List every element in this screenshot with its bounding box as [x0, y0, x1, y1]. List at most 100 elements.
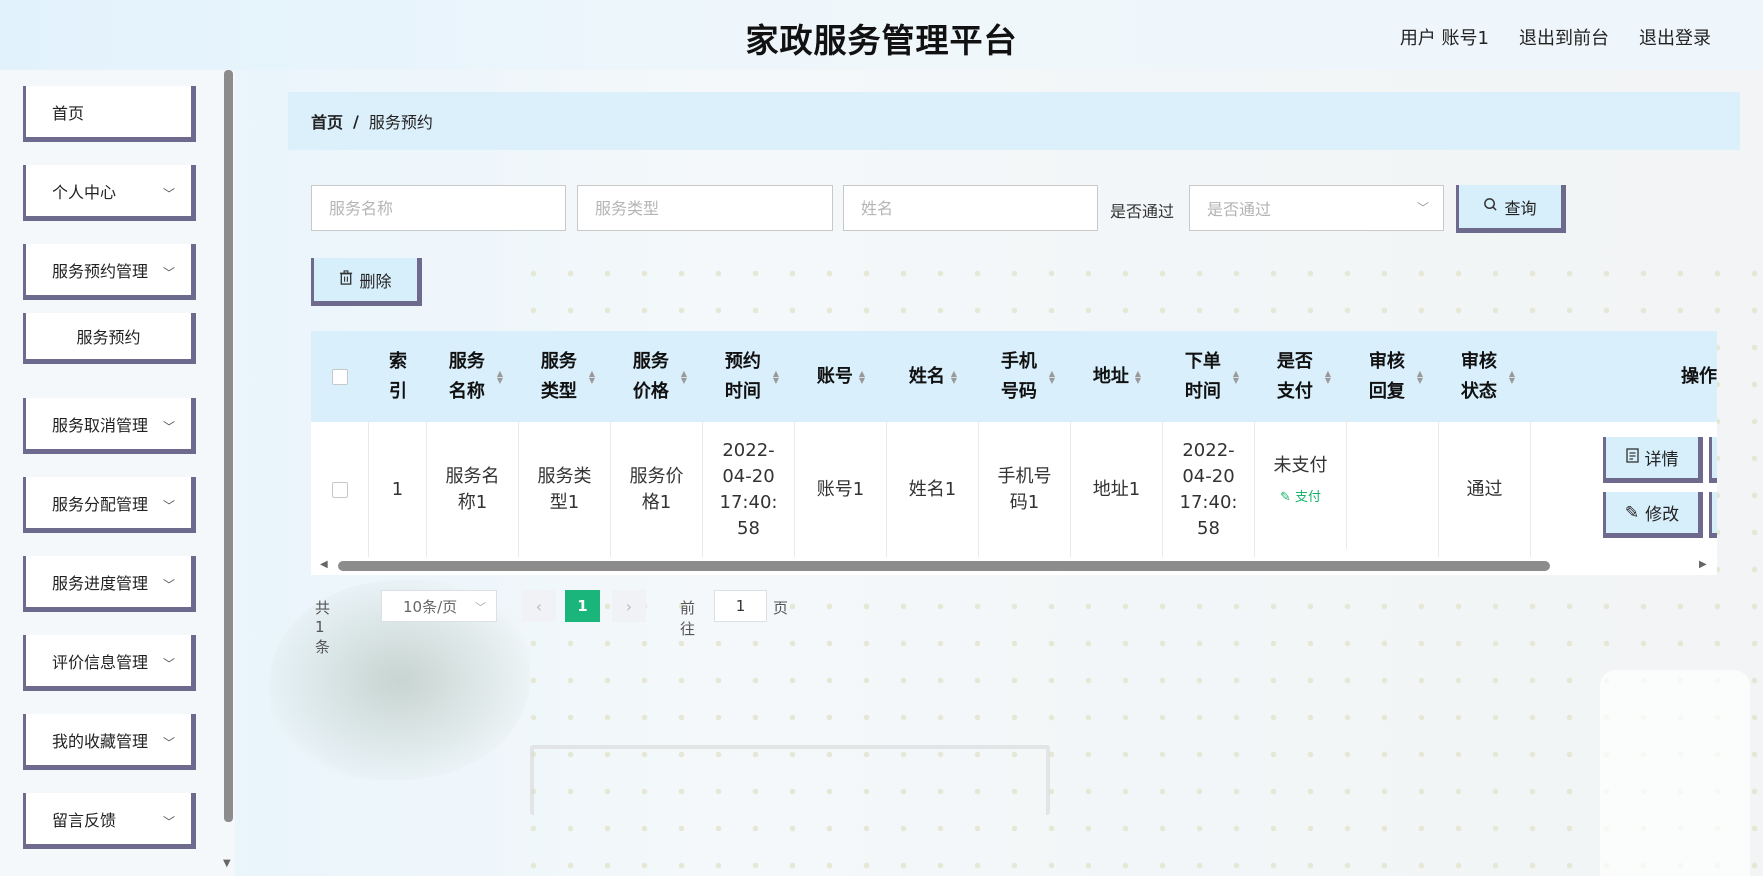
sort-icon[interactable]: ▲ ▼	[859, 369, 865, 384]
select-all-cell	[311, 331, 369, 422]
scroll-right-icon[interactable]: ▶	[1699, 559, 1707, 570]
pay-link[interactable]: ✎ 支付	[1280, 485, 1321, 511]
col-ops: 操作	[1681, 331, 1717, 422]
table-horizontal-scrollbar[interactable]: ◀ ▶	[311, 557, 1717, 575]
breadcrumb-separator: /	[353, 111, 359, 131]
col-review-reply[interactable]: 审核回复 ▲ ▼	[1347, 331, 1439, 422]
name-input-wrap	[843, 185, 1098, 231]
sort-icon[interactable]: ▲ ▼	[773, 369, 779, 384]
col-service-name[interactable]: 服务名称 ▲ ▼	[427, 331, 519, 422]
prev-page-button[interactable]: ‹	[522, 590, 556, 622]
col-address[interactable]: 地址 ▲ ▼	[1071, 331, 1163, 422]
logout-link[interactable]: 退出登录	[1639, 24, 1711, 50]
page-number-current[interactable]: 1	[565, 590, 600, 622]
query-button-label: 查询	[1504, 198, 1537, 218]
sort-icon[interactable]: ▲ ▼	[681, 369, 687, 384]
col-phone[interactable]: 手机号码 ▲ ▼	[979, 331, 1071, 422]
col-order-time[interactable]: 下单时间 ▲ ▼	[1163, 331, 1255, 422]
sort-icon[interactable]: ▲ ▼	[1509, 369, 1515, 384]
sort-icon[interactable]: ▲ ▼	[589, 369, 595, 384]
col-ops-label: 操作	[1681, 365, 1717, 387]
cell-appoint-time: 2022-04-20 17:40:58	[703, 422, 795, 557]
sidebar-item-profile[interactable]: 个人中心 ﹀	[23, 165, 196, 221]
sidebar-item-cancel-mgmt[interactable]: 服务取消管理 ﹀	[23, 398, 196, 454]
service-name-input-wrap	[311, 185, 566, 231]
back-to-front-link[interactable]: 退出到前台	[1519, 24, 1609, 50]
name-input[interactable]	[861, 198, 1097, 218]
col-name-label: 姓名	[908, 365, 945, 387]
row-checkbox[interactable]	[331, 481, 348, 498]
sort-icon[interactable]: ▲ ▼	[1135, 369, 1141, 384]
paid-status: 未支付	[1273, 454, 1328, 476]
next-page-button[interactable]: ›	[612, 590, 646, 622]
sidebar-item-progress-mgmt[interactable]: 服务进度管理 ﹀	[23, 556, 196, 612]
sidebar-item-home[interactable]: 首页	[23, 86, 196, 142]
breadcrumb: 首页 / 服务预约	[288, 92, 1740, 150]
detail-button[interactable]: 详情	[1603, 437, 1703, 483]
sidebar-item-assign-mgmt[interactable]: 服务分配管理 ﹀	[23, 477, 196, 533]
pagination-total: 共 1 条	[315, 599, 331, 656]
sort-icon[interactable]: ▲ ▼	[1233, 369, 1239, 384]
breadcrumb-home[interactable]: 首页	[311, 109, 343, 133]
col-appoint-time-label: 预约时间	[724, 350, 761, 402]
sidebar-subitem-appointment[interactable]: 服务预约	[23, 313, 196, 364]
header-actions: 用户 账号1 退出到前台 退出登录	[1400, 24, 1711, 50]
sidebar-item-label: 评价信息管理	[52, 652, 149, 672]
col-order-time-label: 下单时间	[1184, 350, 1221, 402]
col-name[interactable]: 姓名 ▲ ▼	[887, 331, 979, 422]
scroll-left-icon[interactable]: ◀	[320, 559, 328, 570]
cell-index: 1	[369, 422, 427, 557]
pass-select[interactable]: 是否通过 ﹀	[1189, 185, 1444, 231]
sidebar-item-label: 服务进度管理	[52, 573, 149, 593]
col-review-status-label: 审核状态	[1460, 350, 1497, 402]
background-cup	[1600, 670, 1750, 876]
extra-row-button[interactable]	[1709, 492, 1717, 538]
sidebar-item-label: 我的收藏管理	[52, 731, 149, 751]
delete-button[interactable]: 删除	[311, 258, 422, 306]
sort-icon[interactable]: ▲ ▼	[497, 369, 503, 384]
edit-icon: ✎	[1279, 489, 1291, 505]
sort-icon[interactable]: ▲ ▼	[951, 369, 957, 384]
edit-button[interactable]: ✎ 修改	[1603, 492, 1703, 538]
col-appoint-time[interactable]: 预约时间 ▲ ▼	[703, 331, 795, 422]
col-service-type[interactable]: 服务类型 ▲ ▼	[519, 331, 611, 422]
col-index-label: 索引	[389, 350, 407, 402]
service-name-input[interactable]	[329, 198, 565, 218]
sidebar-item-label: 个人中心	[52, 182, 117, 202]
cell-service-type: 服务类型1	[519, 422, 611, 557]
chevron-down-icon: ﹀	[1416, 201, 1429, 215]
cell-service-price: 服务价格1	[611, 422, 703, 557]
sidebar-item-review-mgmt[interactable]: 评价信息管理 ﹀	[23, 635, 196, 691]
col-account[interactable]: 账号 ▲ ▼	[795, 331, 887, 422]
current-user: 用户 账号1	[1399, 28, 1489, 49]
sidebar-item-appointment-mgmt[interactable]: 服务预约管理 ﹀	[23, 244, 196, 300]
trash-icon	[339, 270, 353, 289]
sidebar-scrollbar[interactable]	[224, 70, 233, 822]
query-button[interactable]: 查询	[1456, 185, 1566, 233]
page-size-select[interactable]: 10条/页 ﹀	[381, 590, 497, 622]
col-paid[interactable]: 是否支付 ▲ ▼	[1255, 331, 1347, 422]
goto-page-input[interactable]: 1	[714, 590, 767, 622]
sort-icon[interactable]: ▲ ▼	[1417, 369, 1423, 384]
sidebar-item-feedback[interactable]: 留言反馈 ﹀	[23, 793, 196, 849]
delete-row-button[interactable]	[1709, 437, 1717, 483]
sort-icon[interactable]: ▲ ▼	[1049, 369, 1055, 384]
chevron-down-icon: ﹀	[162, 736, 175, 750]
select-all-checkbox[interactable]	[332, 368, 348, 385]
service-type-input-wrap	[577, 185, 833, 231]
page-unit-label: 页	[773, 599, 789, 617]
chevron-down-icon: ﹀	[162, 815, 175, 829]
breadcrumb-current: 服务预约	[368, 113, 433, 132]
edit-button-label: 修改	[1645, 505, 1680, 525]
sidebar-item-label: 服务取消管理	[52, 415, 149, 435]
sort-icon[interactable]: ▲ ▼	[1325, 369, 1331, 384]
col-review-status[interactable]: 审核状态 ▲ ▼	[1439, 331, 1531, 422]
scrollbar-thumb[interactable]	[338, 561, 1550, 571]
service-type-input[interactable]	[595, 198, 832, 218]
scroll-down-icon[interactable]: ▼	[223, 858, 231, 869]
col-service-price[interactable]: 服务价格 ▲ ▼	[611, 331, 703, 422]
background-shelf	[530, 745, 1050, 815]
detail-button-label: 详情	[1644, 450, 1679, 470]
sidebar-item-favorites-mgmt[interactable]: 我的收藏管理 ﹀	[23, 714, 196, 770]
col-phone-label: 手机号码	[1000, 350, 1037, 402]
